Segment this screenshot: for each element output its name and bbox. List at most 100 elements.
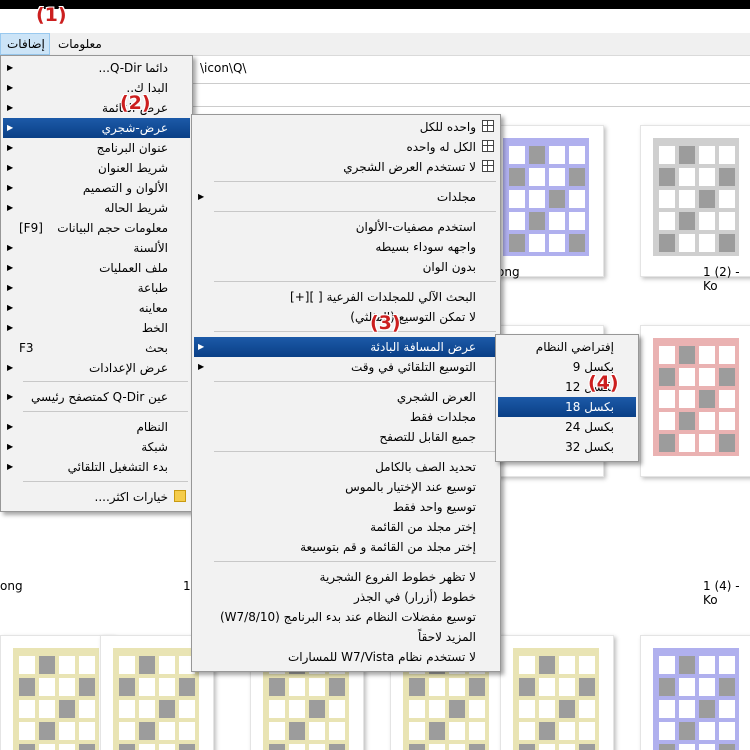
image-thumbnail[interactable]	[500, 635, 614, 750]
thumbnail-cell	[719, 700, 735, 718]
tree-view-menu-item[interactable]: مجلدات ▶	[194, 187, 498, 207]
tree-view-menu-item[interactable]: واجهه سوداء بسيطه	[194, 237, 498, 257]
tree-view-menu-item[interactable]: الكل له واحده	[194, 137, 498, 157]
tree-view-menu-item[interactable]: توسيع مفضلات النظام عند بدء البرنامج (W7…	[194, 607, 498, 627]
menu-info[interactable]: معلومات	[52, 33, 108, 55]
menu-item-label: طباعة	[137, 281, 168, 295]
thumbnail-cell	[289, 678, 305, 696]
thumbnail-cell	[79, 722, 95, 740]
tree-view-menu-item[interactable]: مجلدات فقط	[194, 407, 498, 427]
thumbnail-cell	[19, 678, 35, 696]
additions-menu-item[interactable]: عنوان البرنامج ▶	[3, 138, 190, 158]
additions-menu-item[interactable]: النظام ▶	[3, 417, 190, 437]
additions-menu-item[interactable]: البدا ك.. ▶	[3, 78, 190, 98]
additions-menu-item[interactable]: عرض-شجري ▶	[3, 118, 190, 138]
additions-menu-item[interactable]: عرض الإعدادات ▶	[3, 358, 190, 378]
tree-view-menu-item[interactable]: لا تستخدم العرض الشجري	[194, 157, 498, 177]
additions-menu-item[interactable]: عرض-القائمة ▶	[3, 98, 190, 118]
additions-menu-item[interactable]: عين Q-Dir كمتصفح رئيسي ▶	[3, 387, 190, 407]
thumbnail-graphic	[503, 138, 589, 256]
submenu-arrow-icon: ▶	[7, 363, 14, 372]
menu-item-label: إفتراضي النظام	[535, 340, 614, 354]
tree-view-menu-item[interactable]: إختر مجلد من القائمة و قم بتوسيعة	[194, 537, 498, 557]
menu-item-label: خطوط (أزرار) في الجذر	[354, 590, 476, 604]
thumbnail-cell	[699, 412, 715, 430]
tree-view-menu-item[interactable]: العرض الشجري	[194, 387, 498, 407]
thumbnail-cell	[659, 412, 675, 430]
thumbnail-cell	[679, 346, 695, 364]
tree-view-menu-item[interactable]: خطوط (أزرار) في الجذر	[194, 587, 498, 607]
menu-item-label: عرض المسافة البادئة	[370, 340, 476, 354]
indent-menu-item[interactable]: بكسل 18	[498, 397, 636, 417]
additions-menu-item[interactable]: طباعة ▶	[3, 278, 190, 298]
tree-view-menu-item[interactable]: المزيد لاحقاً	[194, 627, 498, 647]
additions-menu-item[interactable]: الألسنة ▶	[3, 238, 190, 258]
tree-view-menu-item[interactable]: توسيع واحد فقط	[194, 497, 498, 517]
thumbnail-cell	[59, 656, 75, 674]
tree-view-menu-item[interactable]: لا تمكن التوسيع (المثلثي)	[194, 307, 498, 327]
image-thumbnail[interactable]	[640, 325, 750, 477]
tree-view-menu-item[interactable]: لا تستخدم نظام W7/Vista للمسارات	[194, 647, 498, 667]
image-thumbnail[interactable]	[490, 125, 604, 277]
menu-additions[interactable]: إضافات	[0, 33, 50, 55]
tree-view-menu-item[interactable]: لا تظهر خطوط الفروع الشجرية	[194, 567, 498, 587]
additions-menu-item[interactable]: الخط ▶	[3, 318, 190, 338]
thumbnail-cell	[699, 744, 715, 750]
thumbnail-cell	[409, 744, 425, 750]
thumbnail-cell	[549, 234, 565, 252]
thumbnail-cell	[539, 700, 555, 718]
thumbnail-graphic	[113, 648, 199, 750]
submenu-arrow-icon: ▶	[7, 183, 14, 192]
additions-menu-item[interactable]: شريط العنوان ▶	[3, 158, 190, 178]
additions-menu-item[interactable]: الألوان و التصميم ▶	[3, 178, 190, 198]
additions-menu-item[interactable]: خيارات اكثر....	[3, 487, 190, 507]
thumbnail-cell	[719, 412, 735, 430]
tree-view-menu-item[interactable]: تحديد الصف بالكامل	[194, 457, 498, 477]
additions-menu-item[interactable]: معاينه ▶	[3, 298, 190, 318]
tree-view-menu-item[interactable]: استخدم مصفيات-الألوان	[194, 217, 498, 237]
thumbnail-cell	[179, 744, 195, 750]
thumbnail-cell	[469, 722, 485, 740]
image-thumbnail[interactable]	[0, 635, 114, 750]
tree-view-menu-item[interactable]: البحث الآلي للمجلدات الفرعية [ ][+]	[194, 287, 498, 307]
thumbnail-cell	[559, 678, 575, 696]
menu-item-label: معاينه	[138, 301, 168, 315]
menu-item-label: الكل له واحده	[406, 140, 476, 154]
thumbnail-cell	[139, 700, 155, 718]
tree-view-menu-item[interactable]: عرض المسافة البادئة ▶	[194, 337, 498, 357]
additions-menu-item[interactable]: شريط الحاله ▶	[3, 198, 190, 218]
thumbnail-cell	[679, 412, 695, 430]
tree-view-menu-item[interactable]: واحده للكل	[194, 117, 498, 137]
additions-menu-item[interactable]: بدء التشغيل التلقائي ▶	[3, 457, 190, 477]
menu-item-label: البحث الآلي للمجلدات الفرعية [ ][+]	[290, 290, 476, 304]
thumbnail-cell	[539, 744, 555, 750]
additions-menu-item[interactable]: بحث F3	[3, 338, 190, 358]
submenu-arrow-icon: ▶	[198, 192, 205, 201]
thumbnail-cell	[519, 678, 535, 696]
additions-menu-item[interactable]: معلومات حجم البيانات [F9]	[3, 218, 190, 238]
thumbnail-cell	[19, 722, 35, 740]
thumbnail-cell	[659, 656, 675, 674]
indent-menu-item[interactable]: بكسل 32	[498, 437, 636, 457]
additions-menu-item[interactable]: ملف العمليات ▶	[3, 258, 190, 278]
image-thumbnail[interactable]	[640, 635, 750, 750]
thumbnail-cell	[59, 744, 75, 750]
menu-item-label: شبكة	[141, 440, 168, 454]
thumbnail-cell	[529, 212, 545, 230]
thumbnail-cell	[79, 744, 95, 750]
address-path: \icon\Q\	[200, 61, 247, 75]
tree-view-menu-item[interactable]: بدون الوان	[194, 257, 498, 277]
tree-view-menu-item[interactable]: التوسيع التلقائي في وقت ▶	[194, 357, 498, 377]
image-thumbnail[interactable]	[640, 125, 750, 277]
indent-menu-item[interactable]: إفتراضي النظام	[498, 337, 636, 357]
additions-menu-item[interactable]: دائما Q-Dir... ▶	[3, 58, 190, 78]
thumbnail-cell	[79, 678, 95, 696]
indent-menu-item[interactable]: بكسل 24	[498, 417, 636, 437]
additions-menu-item[interactable]: شبكة ▶	[3, 437, 190, 457]
thumbnail-cell	[449, 700, 465, 718]
tree-view-menu-item[interactable]: جميع القابل للتصفح	[194, 427, 498, 447]
thumbnail-cell	[139, 744, 155, 750]
tree-view-menu-item[interactable]: إختر مجلد من القائمة	[194, 517, 498, 537]
thumbnail-cell	[679, 168, 695, 186]
tree-view-menu-item[interactable]: توسيع عند الإختيار بالموس	[194, 477, 498, 497]
